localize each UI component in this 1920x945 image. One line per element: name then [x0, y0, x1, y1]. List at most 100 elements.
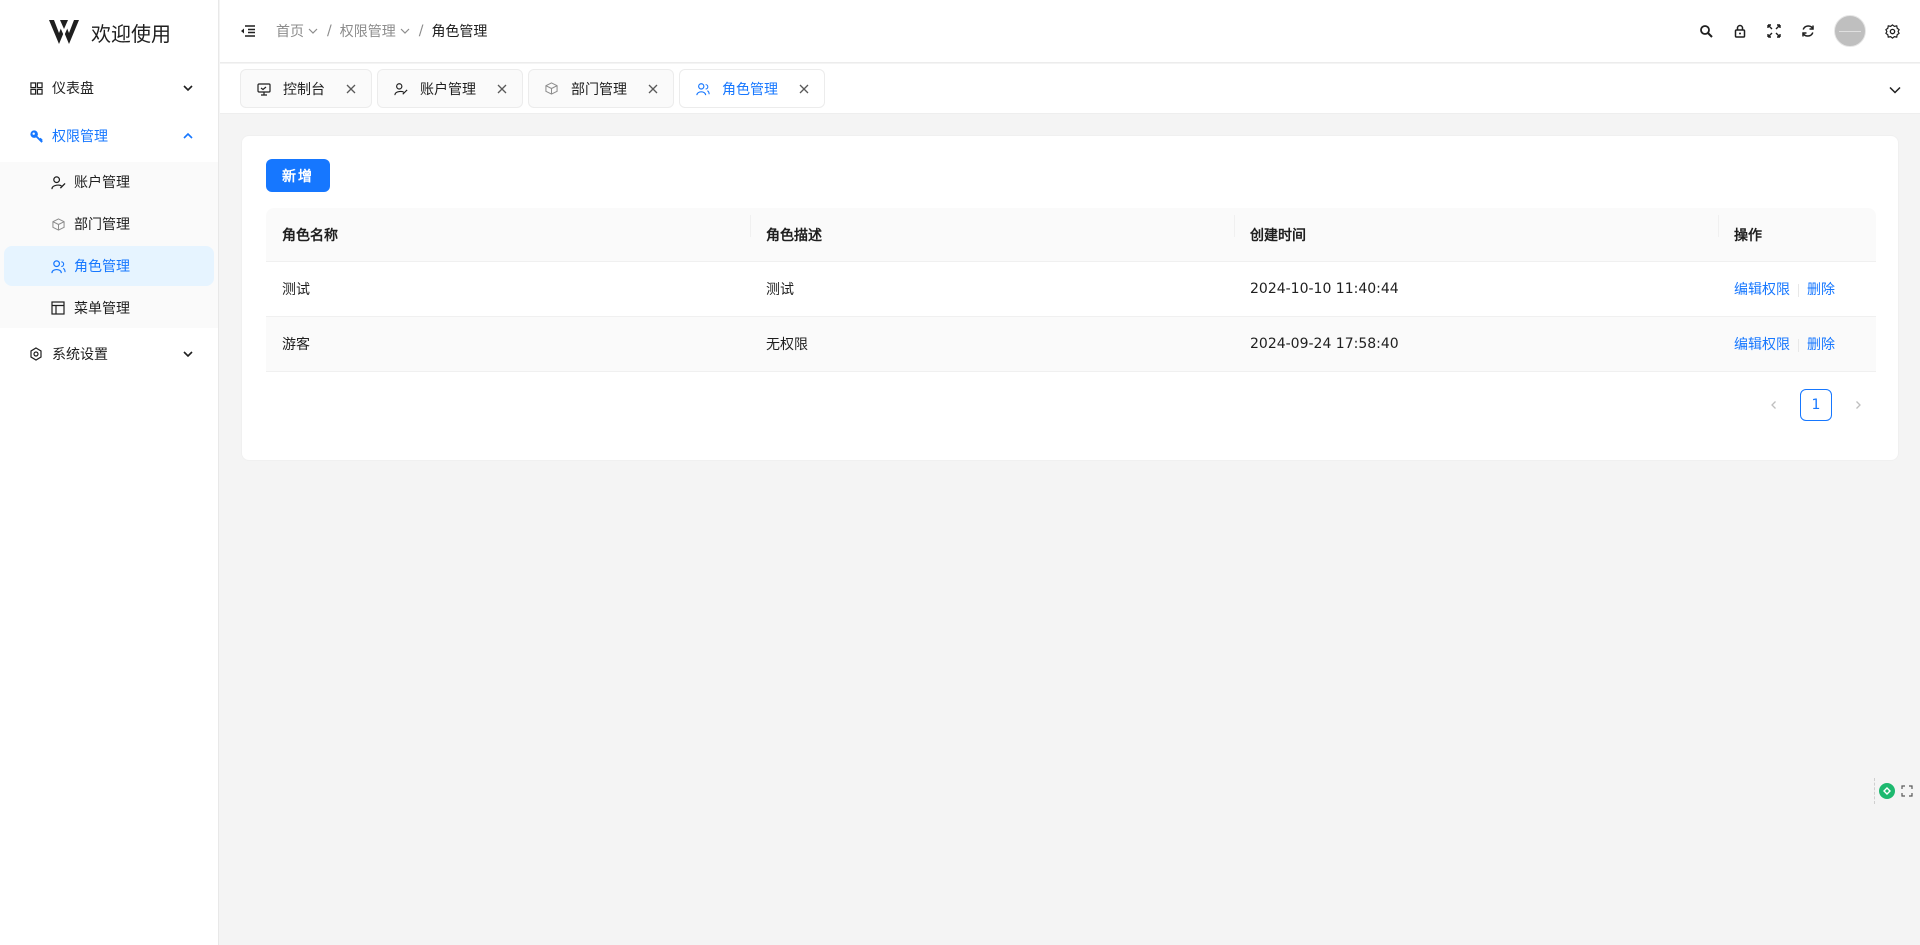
- table-row: 游客 无权限 2024-09-24 17:58:40 编辑权限 删除: [266, 317, 1876, 372]
- sidebar: 欢迎使用 仪表盘 权限管理 账户管理 部门管理 角色管理 菜单管理 系统设置: [0, 0, 219, 945]
- user-edit-icon: [50, 174, 66, 190]
- page-number-button[interactable]: 1: [1800, 389, 1832, 421]
- role-desc-cell: 无权限: [766, 337, 808, 353]
- roles-table: 角色名称 角色描述 创建时间 操作 测试 测试 2024-10-10 11:40…: [266, 208, 1876, 372]
- breadcrumb-label: 权限管理: [339, 24, 396, 40]
- header-actions: [1698, 15, 1900, 47]
- lock-icon[interactable]: [1732, 23, 1748, 39]
- tab-roles[interactable]: 角色管理: [679, 69, 825, 108]
- table-header: 角色名称 角色描述 创建时间 操作: [266, 208, 1876, 262]
- permissions-submenu: 账户管理 部门管理 角色管理 菜单管理: [0, 162, 218, 328]
- chevron-down-icon: [183, 85, 193, 92]
- breadcrumb-current: 角色管理: [431, 24, 488, 40]
- chevron-right-icon: [1856, 401, 1861, 409]
- breadcrumb-separator: /: [418, 23, 424, 39]
- breadcrumb-label: 首页: [276, 24, 304, 40]
- close-icon[interactable]: [798, 83, 810, 95]
- sidebar-item-label: 菜单管理: [74, 301, 130, 317]
- edit-permissions-link[interactable]: 编辑权限: [1734, 282, 1790, 298]
- fullscreen-icon[interactable]: [1766, 23, 1782, 39]
- menu-item-label: 仪表盘: [52, 81, 94, 97]
- close-icon[interactable]: [496, 83, 508, 95]
- menu-item-permissions[interactable]: 权限管理: [0, 112, 218, 160]
- sidebar-item-departments[interactable]: 部门管理: [4, 204, 214, 244]
- role-desc-cell: 测试: [766, 282, 794, 298]
- sidebar-item-label: 角色管理: [74, 259, 130, 275]
- edit-permissions-link[interactable]: 编辑权限: [1734, 337, 1790, 353]
- tab-console[interactable]: 控制台: [240, 69, 372, 108]
- user-group-icon: [696, 82, 710, 96]
- column-header: 操作: [1718, 214, 1876, 245]
- breadcrumb-separator: /: [327, 23, 332, 39]
- user-group-icon: [50, 258, 66, 274]
- content-card: 新增 角色名称 角色描述 创建时间 操作 测试 测试 2024-10-10 11…: [241, 135, 1899, 461]
- logo: 欢迎使用: [0, 0, 218, 64]
- top-header: 首页 / 权限管理 / 角色管理: [220, 0, 1920, 63]
- sidebar-item-accounts[interactable]: 账户管理: [4, 162, 214, 202]
- menu-item-dashboard[interactable]: 仪表盘: [0, 64, 218, 112]
- cube-icon: [50, 216, 66, 232]
- dashboard-icon: [28, 80, 44, 96]
- action-divider: [1798, 338, 1799, 352]
- menu-item-system-settings[interactable]: 系统设置: [0, 330, 218, 378]
- gear-icon[interactable]: [1884, 23, 1900, 39]
- table-row: 测试 测试 2024-10-10 11:40:44 编辑权限 删除: [266, 262, 1876, 317]
- chevron-down-icon: [308, 28, 318, 34]
- actions-cell: 编辑权限 删除: [1718, 334, 1876, 354]
- tab-label: 控制台: [283, 81, 325, 98]
- close-icon[interactable]: [345, 83, 357, 95]
- chevron-left-icon: [1771, 401, 1776, 409]
- key-icon: [28, 128, 44, 144]
- created-time-cell: 2024-10-10 11:40:44: [1250, 281, 1399, 297]
- logo-text: 欢迎使用: [91, 21, 171, 46]
- logo-icon: [49, 20, 79, 44]
- prev-page-button[interactable]: [1758, 389, 1790, 421]
- tab-departments[interactable]: 部门管理: [528, 69, 674, 108]
- chevron-down-icon: [400, 28, 410, 34]
- actions-cell: 编辑权限 删除: [1718, 279, 1876, 299]
- avatar[interactable]: [1834, 15, 1866, 47]
- cube-icon: [545, 81, 559, 96]
- search-icon[interactable]: [1698, 23, 1714, 39]
- refresh-icon[interactable]: [1800, 23, 1816, 39]
- sidebar-item-menus[interactable]: 菜单管理: [4, 288, 214, 328]
- chevron-up-icon: [183, 132, 193, 139]
- role-name-cell: 测试: [282, 282, 310, 298]
- tab-label: 部门管理: [571, 81, 627, 98]
- chevron-down-icon: [183, 351, 193, 358]
- column-header: 角色名称: [282, 227, 338, 244]
- side-menu: 仪表盘 权限管理 账户管理 部门管理 角色管理 菜单管理 系统设置: [0, 64, 218, 378]
- breadcrumb: 首页 / 权限管理 / 角色管理: [276, 21, 487, 41]
- tab-label: 账户管理: [420, 81, 476, 98]
- sidebar-item-roles[interactable]: 角色管理: [4, 246, 214, 286]
- role-name-cell: 游客: [282, 337, 310, 353]
- pagination: 1: [1758, 389, 1874, 421]
- delete-link[interactable]: 删除: [1807, 337, 1835, 353]
- tabs-bar: 控制台 账户管理 部门管理 角色管理: [220, 64, 1920, 114]
- next-page-button[interactable]: [1842, 389, 1874, 421]
- menu-item-label: 系统设置: [52, 347, 108, 363]
- layout-icon: [50, 300, 66, 316]
- close-icon[interactable]: [647, 83, 659, 95]
- assistant-icon[interactable]: [1879, 783, 1895, 799]
- sidebar-item-label: 部门管理: [74, 217, 130, 233]
- monitor-icon: [257, 82, 271, 96]
- column-header: 角色描述: [750, 214, 1234, 245]
- settings-icon: [28, 346, 44, 362]
- menu-item-label: 权限管理: [52, 129, 108, 145]
- add-button[interactable]: 新增: [266, 159, 330, 192]
- column-header: 创建时间: [1234, 214, 1718, 245]
- action-divider: [1798, 283, 1799, 297]
- delete-link[interactable]: 删除: [1807, 282, 1835, 298]
- floating-widget: [1874, 778, 1920, 804]
- breadcrumb-home[interactable]: 首页: [276, 21, 319, 41]
- expand-icon[interactable]: [1901, 785, 1913, 797]
- tab-accounts[interactable]: 账户管理: [377, 69, 523, 108]
- user-edit-icon: [394, 82, 408, 96]
- sidebar-item-label: 账户管理: [74, 175, 130, 191]
- tab-label: 角色管理: [722, 81, 778, 98]
- chevron-down-icon[interactable]: [1888, 83, 1902, 97]
- breadcrumb-permissions[interactable]: 权限管理: [340, 21, 411, 41]
- created-time-cell: 2024-09-24 17:58:40: [1250, 336, 1399, 352]
- menu-fold-icon[interactable]: [240, 23, 256, 39]
